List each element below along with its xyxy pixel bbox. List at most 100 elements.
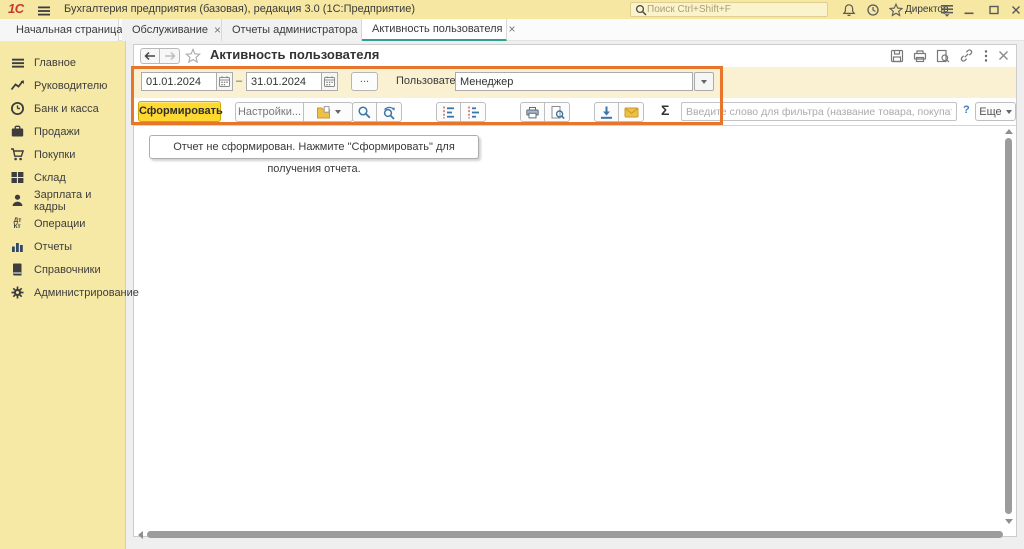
print-icon[interactable] (913, 49, 927, 63)
scroll-down-icon[interactable] (1005, 519, 1013, 524)
sidebar-item-bank-cash[interactable]: Банк и касса (0, 97, 125, 120)
period-to-input[interactable] (246, 72, 322, 91)
trend-chart-icon (10, 78, 25, 93)
sidebar-item-label: Операции (34, 218, 85, 230)
chevron-down-icon (701, 80, 707, 84)
favorites-star-icon[interactable] (889, 3, 903, 17)
search-cancel-icon (382, 105, 397, 120)
print-preview-button[interactable] (545, 102, 570, 122)
bank-coin-icon (10, 101, 25, 116)
save-icon[interactable] (890, 49, 904, 63)
report-toolbar: Сформировать Настройки... (134, 98, 1016, 125)
user-dropdown-button[interactable] (694, 72, 714, 91)
sidebar-item-label: Склад (34, 172, 66, 184)
pallet-grid-icon (10, 170, 25, 185)
period-from-input[interactable] (141, 72, 217, 91)
sidebar-item-label: Руководителю (34, 80, 107, 92)
history-icon[interactable] (866, 3, 880, 17)
find-button[interactable] (352, 102, 377, 122)
tab-home[interactable]: Начальная страница (0, 19, 119, 41)
help-button[interactable]: ? (963, 104, 970, 116)
sidebar-item-label: Главное (34, 57, 76, 69)
sidebar-item-administration[interactable]: Администрирование (0, 281, 125, 304)
print-preview-icon[interactable] (936, 49, 950, 63)
sidebar-item-sales[interactable]: Продажи (0, 120, 125, 143)
forward-button[interactable] (160, 48, 180, 64)
save-file-button[interactable] (594, 102, 619, 122)
tab-admin-reports[interactable]: Отчеты администратора × (222, 19, 362, 41)
preview-icon (550, 105, 565, 120)
sidebar-item-label: Продажи (34, 126, 80, 138)
collapse-groups-icon (466, 105, 481, 120)
horizontal-scrollbar[interactable] (147, 531, 1003, 538)
sum-sigma-button[interactable]: Σ (661, 102, 669, 118)
more-button[interactable]: Еще (975, 102, 1016, 121)
tab-label: Начальная страница (16, 24, 122, 36)
person-icon (10, 193, 25, 208)
chevron-down-icon (1006, 110, 1012, 114)
titlebar: 1С Бухгалтерия предприятия (базовая), ре… (0, 0, 1024, 19)
user-field-input[interactable] (455, 72, 693, 91)
more-dots-icon[interactable] (983, 49, 989, 63)
back-button[interactable] (140, 48, 160, 64)
period-options-button[interactable]: ... (351, 72, 378, 91)
tab-maintenance[interactable]: Обслуживание × (122, 19, 222, 41)
report-variants-button[interactable] (304, 102, 353, 122)
expand-groups-button[interactable] (436, 102, 461, 122)
main-menu-icon[interactable] (37, 4, 51, 18)
period-separator: – (236, 75, 242, 87)
sidebar-item-label: Зарплата и кадры (34, 189, 125, 213)
close-report-icon[interactable] (998, 50, 1009, 61)
report-window: Активность пользователя – ... Пользовате… (133, 44, 1017, 537)
sidebar-item-purchases[interactable]: Покупки (0, 143, 125, 166)
expand-groups-icon (441, 105, 456, 120)
settings-button[interactable]: Настройки... (235, 102, 304, 122)
cancel-search-button[interactable] (377, 102, 402, 122)
collapse-groups-button[interactable] (461, 102, 486, 122)
minimize-window-icon[interactable] (963, 4, 975, 16)
debit-credit-icon: ДтКт (10, 216, 25, 231)
vertical-scrollbar[interactable] (1005, 138, 1012, 514)
send-email-button[interactable] (619, 102, 644, 122)
global-search[interactable] (630, 2, 828, 17)
sidebar-item-label: Администрирование (34, 287, 139, 299)
service-menu-icon[interactable] (940, 3, 954, 17)
download-icon (599, 105, 614, 120)
get-link-icon[interactable] (959, 48, 974, 63)
tab-user-activity[interactable]: Активность пользователя × (362, 19, 507, 41)
sidebar-item-label: Отчеты (34, 241, 72, 253)
restore-window-icon[interactable] (988, 4, 1000, 16)
search-icon (357, 105, 372, 120)
print-button[interactable] (520, 102, 545, 122)
add-favorite-star-icon[interactable] (185, 48, 201, 64)
calendar-icon[interactable] (216, 72, 233, 91)
sidebar-item-label: Банк и касса (34, 103, 99, 115)
calendar-icon[interactable] (321, 72, 338, 91)
scroll-up-icon[interactable] (1005, 129, 1013, 134)
tab-label: Отчеты администратора (232, 24, 357, 36)
1c-logo-icon: 1С (8, 1, 24, 16)
report-body: Отчет не сформирован. Нажмите "Сформиров… (134, 125, 1016, 536)
sidebar-item-main[interactable]: Главное (0, 51, 125, 74)
close-window-icon[interactable] (1010, 4, 1022, 16)
generate-button[interactable]: Сформировать (138, 101, 221, 122)
search-icon (635, 4, 647, 16)
sidebar-item-operations[interactable]: ДтКт Операции (0, 212, 125, 235)
bar-chart-icon (10, 239, 25, 254)
scroll-left-icon[interactable] (138, 531, 143, 539)
app-title: Бухгалтерия предприятия (базовая), редак… (64, 3, 415, 15)
sidebar-item-directories[interactable]: Справочники (0, 258, 125, 281)
sidebar-item-salary-hr[interactable]: Зарплата и кадры (0, 189, 125, 212)
tab-bar: Начальная страница Обслуживание × Отчеты… (0, 19, 1024, 41)
tab-close-icon[interactable]: × (508, 24, 515, 34)
sidebar-item-warehouse[interactable]: Склад (0, 166, 125, 189)
sidebar-item-manager[interactable]: Руководителю (0, 74, 125, 97)
sidebar-item-reports[interactable]: Отчеты (0, 235, 125, 258)
book-icon (10, 262, 25, 277)
quick-filter-input[interactable] (681, 102, 957, 121)
tab-close-icon[interactable]: × (214, 25, 221, 35)
notifications-bell-icon[interactable] (842, 3, 856, 17)
report-header-row: Активность пользователя (134, 45, 1016, 67)
chevron-down-icon (335, 110, 341, 114)
global-search-input[interactable] (647, 4, 823, 15)
